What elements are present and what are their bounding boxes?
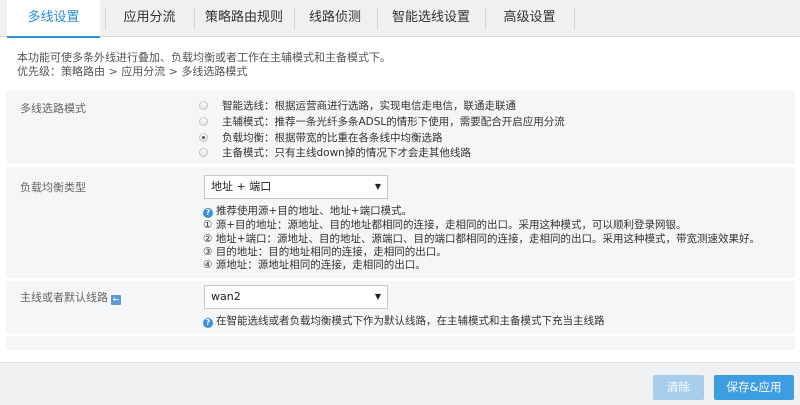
back-arrow-icon[interactable]: ← [111, 295, 121, 305]
hint-text: 在智能选线或者负载均衡模式下作为默认线路，在主辅模式和主备模式下充当主线路 [216, 315, 605, 327]
balance-hint-src-dst: ① 源+目的地址：源地址、目的地址都相同的连接，走相同的出口。采用这种模式，可以… [203, 219, 687, 231]
intro-text: 本功能可使多条外线进行叠加、负载均衡或者工作在主辅模式和主备模式下。 优先级：策… [17, 51, 391, 79]
tab-divider [574, 8, 575, 30]
mode-option-label: 主备模式：只有主线down掉的情况下才会走其他线路 [222, 146, 471, 159]
balance-type-select[interactable]: 地址 + 端口 ▼ [204, 175, 388, 199]
save-apply-button[interactable]: 保存&应用 [714, 375, 794, 400]
mode-option-label: 智能选线：根据运营商进行选路，实现电信走电信，联通走联通 [222, 99, 516, 112]
tab-multiline-settings[interactable]: 多线设置 [7, 0, 100, 38]
balance-hint-dst: ③ 目的地址：目的地址相同的连接，走相同的出口。 [203, 246, 447, 258]
default-line-value: wan2 [211, 290, 241, 303]
clear-button[interactable]: 清除 [653, 375, 704, 400]
balance-hint-addr-port: ② 地址+端口：源地址、目的地址、源端口、目的端口都相同的连接，走相同的出口。采… [203, 233, 761, 245]
tab-policy-route-rules[interactable]: 策略路由规则 [195, 0, 293, 37]
mode-option-main-aux[interactable]: 主辅模式：推荐一条光纤多条ADSL的情形下使用，需要配合开启应用分流 [199, 114, 565, 128]
hint-text: 推荐使用源+目的地址、地址+端口模式。 [216, 205, 413, 217]
tab-line-detection[interactable]: 线路侦测 [295, 0, 375, 37]
balance-type-value: 地址 + 端口 [211, 180, 272, 193]
default-line-select[interactable]: wan2 ▼ [204, 285, 388, 309]
mode-option-label: 负载均衡：根据带宽的比重在各条线中均衡选路 [222, 131, 443, 144]
caret-down-icon: ▼ [374, 292, 381, 301]
mode-option-main-backup[interactable]: 主备模式：只有主线down掉的情况下才会走其他线路 [199, 145, 471, 159]
default-line-label-text: 主线或者默认线路 [20, 291, 108, 304]
spacer-band [6, 336, 795, 350]
mode-option-label: 主辅模式：推荐一条光纤多条ADSL的情形下使用，需要配合开启应用分流 [222, 115, 565, 128]
balance-hint-recommend: ? 推荐使用源+目的地址、地址+端口模式。 [203, 205, 412, 218]
mode-section-label: 多线选路模式 [20, 102, 86, 115]
radio-icon[interactable] [199, 116, 208, 126]
balance-hint-src: ④ 源地址：源地址相同的连接，走相同的出口。 [203, 259, 426, 271]
default-line-hint: ? 在智能选线或者负载均衡模式下作为默认线路，在主辅模式和主备模式下充当主线路 [203, 315, 605, 328]
info-icon: ? [203, 208, 213, 218]
tab-advanced-settings[interactable]: 高级设置 [486, 0, 573, 37]
radio-icon[interactable] [199, 100, 208, 110]
radio-icon-checked[interactable] [199, 132, 208, 142]
caret-down-icon: ▼ [374, 182, 381, 191]
tab-app-split[interactable]: 应用分流 [106, 0, 193, 37]
radio-icon[interactable] [199, 147, 208, 157]
intro-description: 本功能可使多条外线进行叠加、负载均衡或者工作在主辅模式和主备模式下。 [17, 51, 391, 64]
tab-bar: 多线设置 应用分流 策略路由规则 线路侦测 智能选线设置 高级设置 [0, 0, 800, 38]
mode-option-smart[interactable]: 智能选线：根据运营商进行选路，实现电信走电信，联通走联通 [199, 98, 516, 112]
info-icon: ? [203, 318, 213, 328]
balance-section-label: 负载均衡类型 [20, 181, 86, 194]
default-line-label: 主线或者默认线路 ← [20, 289, 121, 305]
tab-smart-line-settings[interactable]: 智能选线设置 [378, 0, 484, 37]
intro-priority: 优先级：策略路由 > 应用分流 > 多线选路模式 [17, 65, 248, 78]
mode-option-load-balance[interactable]: 负载均衡：根据带宽的比重在各条线中均衡选路 [199, 130, 443, 144]
